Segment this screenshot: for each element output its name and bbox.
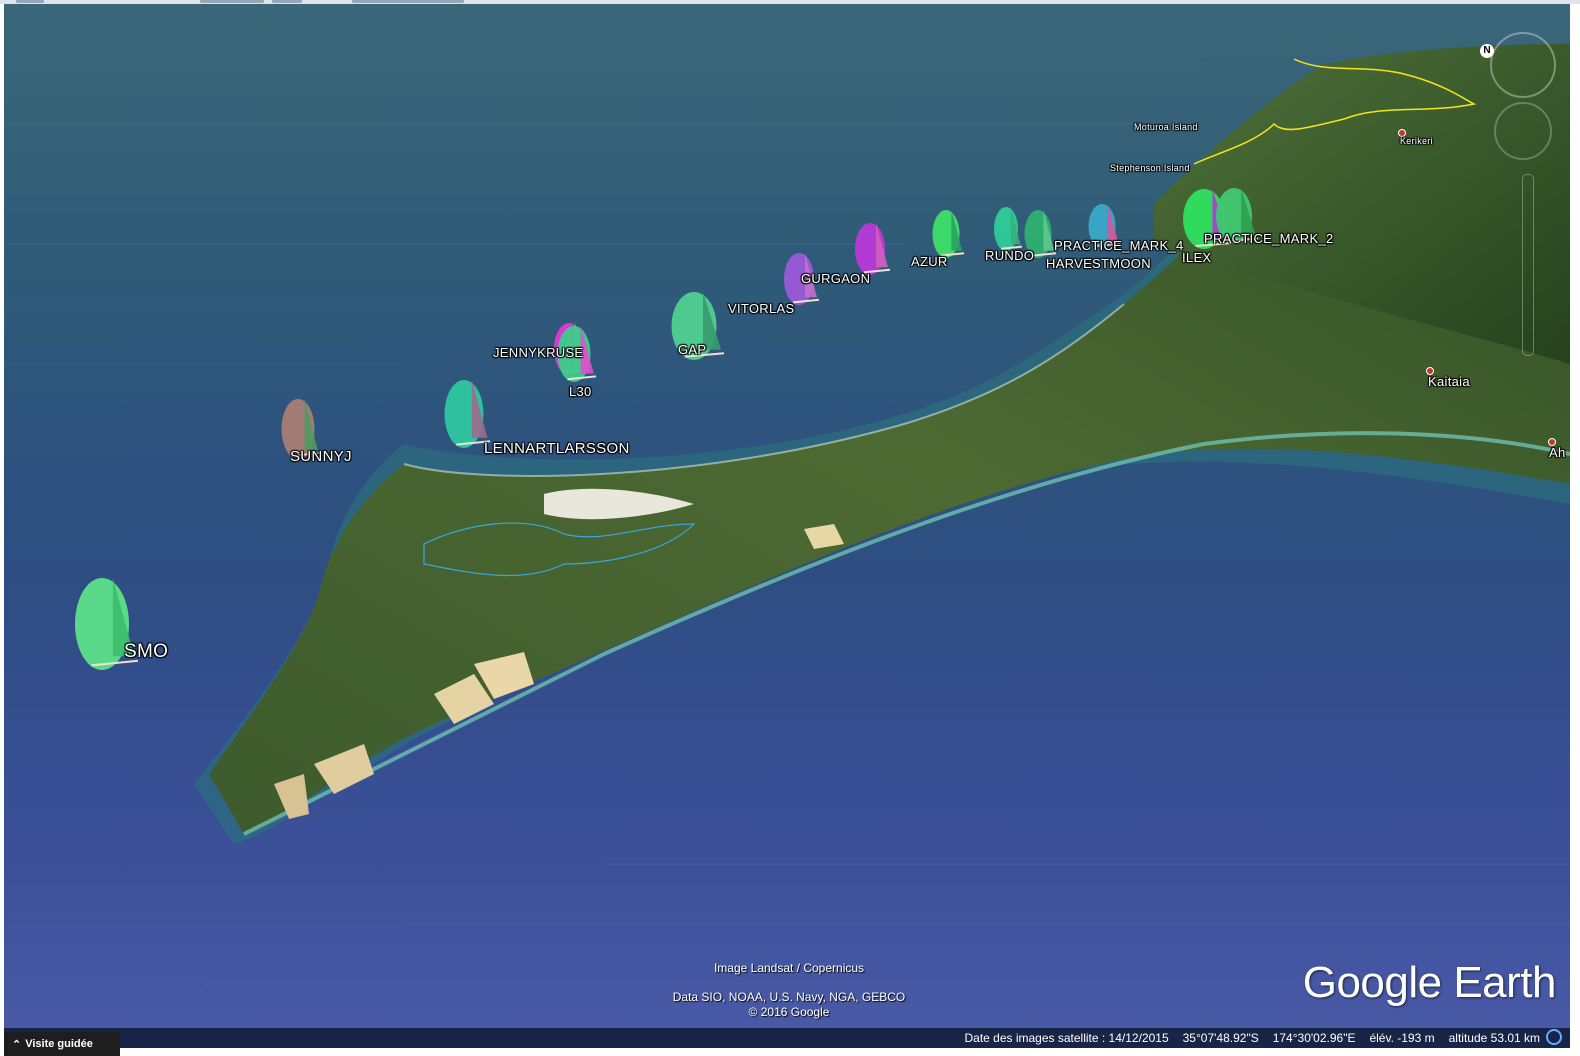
toolbar-tab[interactable] [352, 0, 464, 3]
map-viewport[interactable]: Kerikeri Kaitaia Ah Moturoa Island Steph… [4, 4, 1570, 1048]
boat-label[interactable]: GAP [678, 342, 706, 357]
tour-label: Visite guidée [25, 1038, 93, 1050]
boat-label[interactable]: SUNNYJ [290, 448, 352, 465]
altitude: altitude 53.01 km [1448, 1031, 1540, 1045]
boat-label[interactable]: HARVESTMOON [1046, 256, 1151, 271]
imagery-attribution: Image Landsat / Copernicus [713, 961, 865, 975]
boat-label[interactable]: PRACTICE_MARK_2 [1204, 231, 1333, 246]
toolbar-tab[interactable] [16, 0, 44, 3]
loading-icon [1546, 1029, 1562, 1045]
chevron-up-icon: ⌃ [12, 1038, 22, 1051]
latitude: 35°07'48.92"S [1182, 1031, 1259, 1045]
copyright: © 2016 Google [748, 1005, 830, 1019]
boat-jib-lennartlarsson [471, 380, 488, 438]
boats-layer [75, 188, 1259, 670]
boat-jib-gurgaon [876, 223, 888, 268]
toolbar-tab[interactable] [272, 0, 302, 3]
guided-tour-button[interactable]: ⌃ Visite guidée [4, 1032, 120, 1056]
data-attribution: Data SIO, NOAA, U.S. Navy, NGA, GEBCO [672, 990, 906, 1004]
boat-label[interactable]: GURGAON [801, 271, 870, 286]
move-control[interactable] [1494, 102, 1552, 160]
boat-label[interactable]: VITORLAS [728, 301, 794, 316]
boat-jib-rundo [1010, 207, 1021, 245]
elevation: élév. -193 m [1369, 1031, 1435, 1045]
status-readouts: Date des images satellite : 14/12/2015 3… [964, 1031, 1540, 1045]
boat-label[interactable]: L30 [569, 384, 592, 399]
boat-label[interactable]: RUNDO [985, 248, 1034, 263]
boat-label[interactable]: SMO [124, 641, 168, 663]
look-control[interactable] [1490, 32, 1556, 98]
boat-label[interactable]: JENNYKRUSE [493, 345, 583, 360]
boat-label[interactable]: ILEX [1182, 250, 1211, 265]
zoom-slider[interactable] [1522, 174, 1534, 356]
north-indicator[interactable]: N [1480, 44, 1494, 58]
imagery-date: Date des images satellite : 14/12/2015 [964, 1031, 1169, 1045]
boat-label[interactable]: PRACTICE_MARK_4 [1054, 238, 1183, 253]
longitude: 174°30'02.96"E [1272, 1031, 1356, 1045]
boat-label[interactable]: AZUR [911, 254, 948, 269]
toolbar-tab[interactable] [200, 0, 264, 3]
boat-label[interactable]: LENNARTLARSSON [484, 440, 630, 457]
status-bar: Date des images satellite : 14/12/2015 3… [4, 1028, 1570, 1048]
google-earth-logo: Google Earth [1302, 958, 1557, 1007]
